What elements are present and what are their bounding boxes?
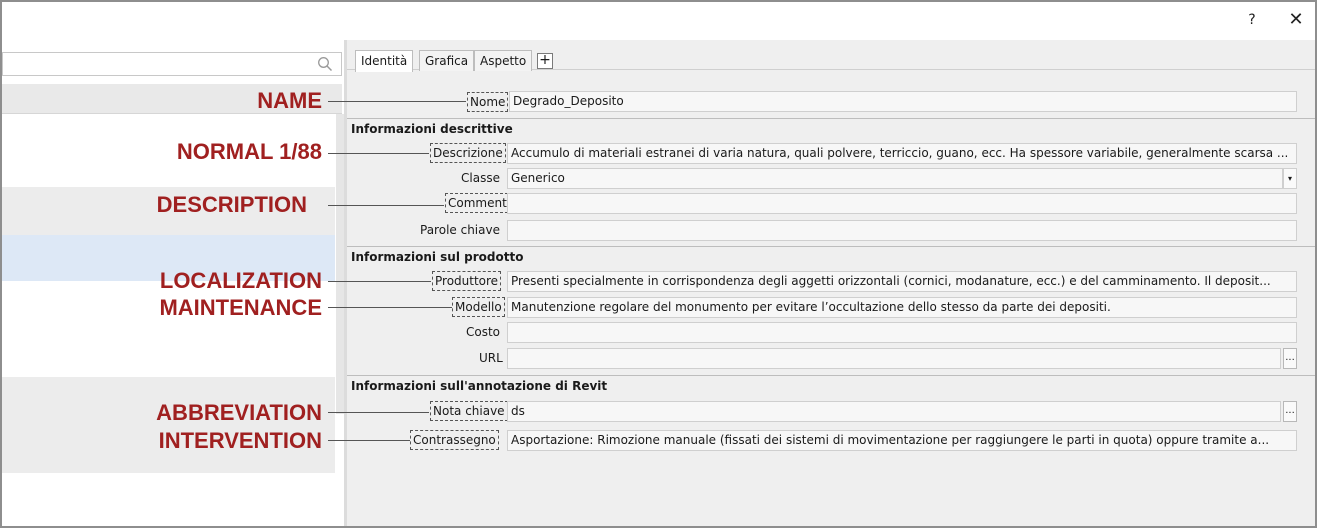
section-divider: [347, 118, 1315, 119]
search-icon: [318, 57, 333, 72]
connector-line: [328, 412, 429, 413]
label-descrizione: Descrizione: [430, 143, 506, 163]
field-classe[interactable]: Generico: [507, 168, 1283, 189]
connector-line: [328, 205, 444, 206]
title-bar: ? ✕: [2, 2, 1315, 40]
label-commenti: Commenti: [445, 193, 514, 213]
annotation-localization: LOCALIZATION: [159, 268, 322, 293]
connector-line: [328, 153, 429, 154]
label-nome: Nome: [467, 92, 509, 112]
section-divider: [347, 246, 1315, 247]
annotation-intervention: INTERVENTION: [158, 428, 322, 453]
tab-strip: Identità Grafica Aspetto +: [347, 40, 1315, 72]
field-nota-chiave[interactable]: ds: [507, 401, 1281, 422]
field-nome[interactable]: Degrado_Deposito: [509, 91, 1297, 112]
label-nota-chiave: Nota chiave: [430, 401, 508, 421]
label-contrassegno: Contrassegno: [410, 430, 499, 450]
url-browse-button[interactable]: ...: [1283, 348, 1297, 369]
classe-dropdown-button[interactable]: ▾: [1283, 168, 1297, 189]
field-contrassegno[interactable]: Asportazione: Rimozione manuale (fissati…: [507, 430, 1297, 451]
annotation-maintenance: MAINTENANCE: [159, 295, 322, 320]
field-commenti[interactable]: [507, 193, 1297, 214]
section-annotazione-revit: Informazioni sull'annotazione di Revit: [351, 379, 608, 393]
label-costo: Costo: [466, 325, 501, 339]
connector-line: [328, 281, 431, 282]
field-descrizione[interactable]: Accumulo di materiali estranei di varia …: [507, 143, 1297, 164]
label-parole-chiave: Parole chiave: [420, 223, 500, 237]
label-produttore: Produttore: [432, 271, 502, 291]
connector-line: [328, 101, 466, 102]
search-input[interactable]: [2, 52, 342, 76]
nota-chiave-browse-button[interactable]: ...: [1283, 401, 1297, 422]
add-tab-button[interactable]: +: [537, 53, 553, 69]
field-costo[interactable]: [507, 322, 1297, 343]
label-modello: Modello: [452, 297, 505, 317]
field-modello[interactable]: Manutenzione regolare del monumento per …: [507, 297, 1297, 318]
label-url: URL: [479, 351, 503, 365]
annotation-abbreviation: ABBREVIATION: [156, 400, 322, 425]
section-divider: [347, 375, 1315, 376]
list-scrollbar[interactable]: [336, 114, 344, 414]
close-button[interactable]: ✕: [1285, 8, 1307, 32]
annotation-name: NAME: [257, 88, 322, 113]
tab-grafica[interactable]: Grafica: [419, 50, 475, 71]
connector-line: [328, 440, 410, 441]
properties-panel: Identità Grafica Aspetto + Nome Degrado_…: [347, 40, 1315, 526]
annotation-description: DESCRIPTION: [156, 192, 307, 217]
annotation-normal: NORMAL 1/88: [176, 139, 322, 164]
tab-identita[interactable]: Identità: [355, 50, 414, 72]
dialog-window: ? ✕ Identità Grafica Aspetto + Nome Degr…: [0, 0, 1317, 528]
section-informazioni-prodotto: Informazioni sul prodotto: [351, 250, 524, 264]
field-produttore[interactable]: Presenti specialmente in corrispondenza …: [507, 271, 1297, 292]
connector-line: [328, 307, 452, 308]
tab-aspetto[interactable]: Aspetto: [474, 50, 533, 71]
help-button[interactable]: ?: [1242, 8, 1262, 32]
field-parole-chiave[interactable]: [507, 220, 1297, 241]
label-classe: Classe: [461, 171, 500, 185]
field-url[interactable]: [507, 348, 1281, 369]
section-informazioni-descrittive: Informazioni descrittive: [351, 122, 513, 136]
